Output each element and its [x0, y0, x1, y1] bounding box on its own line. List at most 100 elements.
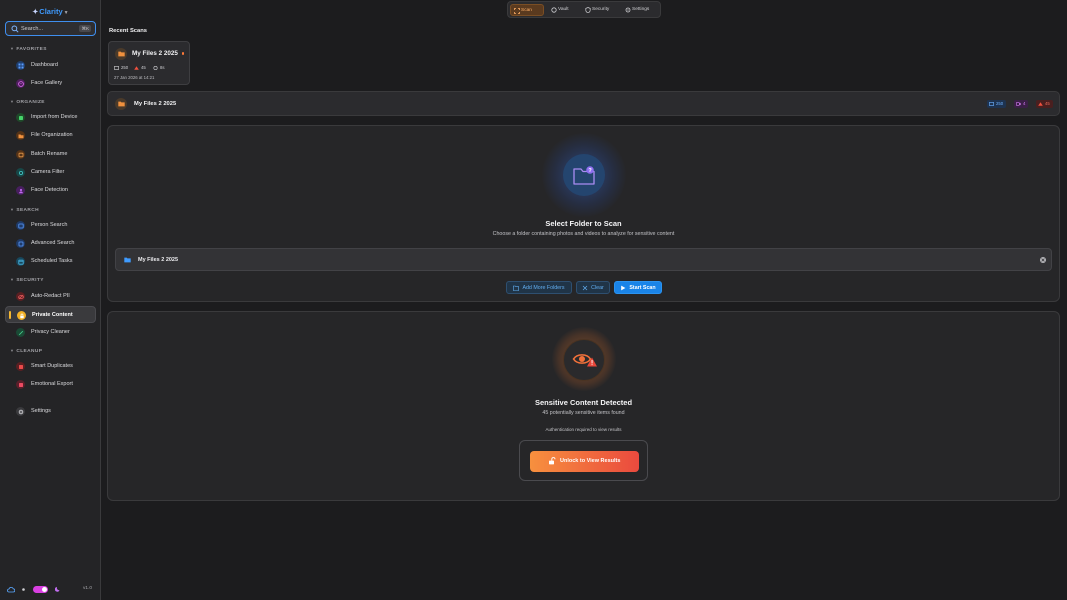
sidebar-item-label: Person Search	[31, 222, 68, 228]
auth-note: Authentication required to view results	[545, 427, 622, 432]
tab-security[interactable]: Security	[582, 4, 618, 16]
sidebar-item-label: Batch Rename	[31, 151, 68, 157]
folder-icon	[16, 131, 25, 140]
clock-icon	[153, 65, 158, 70]
sidebar-item-label: Emotional Export	[31, 381, 73, 387]
play-icon	[621, 285, 626, 290]
tab-scan[interactable]: Scan	[510, 4, 544, 16]
broom-icon	[16, 328, 25, 337]
gear-icon	[16, 407, 25, 416]
scan-icon	[514, 8, 520, 14]
vault-icon	[551, 7, 557, 13]
sidebar-item-batch-rename[interactable]: Batch Rename	[5, 146, 96, 163]
sidebar-item-private-content[interactable]: Private Content	[5, 306, 96, 323]
sidebar-item-label: Settings	[31, 408, 51, 414]
scan-name: My Files 2 2025	[132, 50, 178, 57]
close-icon	[582, 285, 588, 290]
sidebar-item-label: Import from Device	[31, 114, 78, 120]
selected-folder-name: My Files 2 2025	[138, 257, 179, 263]
chevron-down-icon: ▼	[10, 207, 15, 212]
sidebar-item-person-search[interactable]: Person Search	[5, 217, 96, 234]
videos-count-badge: 4	[1014, 100, 1029, 108]
sidebar-footer: v1.0	[0, 584, 101, 596]
grid-icon	[16, 61, 25, 70]
selected-folder-row: My Files 2 2025	[115, 248, 1052, 271]
section-favorites[interactable]: ▼ FAVORITES	[10, 46, 47, 52]
clear-button[interactable]: Clear	[576, 281, 610, 294]
gear-icon	[625, 7, 631, 13]
close-icon	[1041, 258, 1045, 262]
select-folder-panel: ? Select Folder to Scan Choose a folder …	[107, 125, 1060, 302]
tab-vault[interactable]: Vault	[548, 4, 578, 16]
sidebar-item-label: Auto-Redact PII	[31, 293, 70, 299]
selected-folder-summary[interactable]: My Files 2 2025 250 4 45	[107, 91, 1060, 116]
face-icon	[16, 79, 25, 88]
sidebar-item-dashboard[interactable]: Dashboard	[5, 57, 96, 74]
section-search[interactable]: ▼ SEARCH	[10, 207, 39, 213]
shortcut-badge: ⌘K	[79, 25, 91, 32]
sidebar-item-auto-redact[interactable]: Auto-Redact PII	[5, 288, 96, 305]
sidebar-item-advanced-search[interactable]: Advanced Search	[5, 235, 96, 252]
sidebar-item-face-gallery[interactable]: Face Gallery	[5, 75, 96, 92]
sensitive-title: Sensitive Content Detected	[534, 398, 633, 407]
unlock-results-button[interactable]: Unlock to View Results	[530, 451, 639, 472]
remove-folder-button[interactable]	[1040, 257, 1046, 263]
chevron-down-icon: ▼	[10, 348, 15, 353]
sun-icon[interactable]	[21, 587, 26, 592]
sidebar-item-camera-filter[interactable]: Camera Filter	[5, 164, 96, 181]
duplicate-icon	[16, 362, 25, 371]
folder-icon	[115, 98, 127, 110]
section-security[interactable]: ▼ SECURITY	[10, 277, 44, 283]
unlock-icon	[549, 457, 556, 465]
sidebar-item-label: Private Content	[32, 312, 73, 318]
sidebar-item-label: Dashboard	[31, 62, 58, 68]
sidebar-item-face-detection[interactable]: Face Detection	[5, 182, 96, 199]
stat-duration: 8s	[153, 65, 165, 70]
app-version: v1.0	[83, 586, 93, 591]
app-name: Clarity	[39, 7, 63, 16]
import-icon	[16, 113, 25, 122]
app-switcher[interactable]: ✦Clarity▼	[0, 7, 101, 16]
stat-flagged: 45	[134, 65, 146, 70]
sidebar-item-smart-duplicates[interactable]: Smart Duplicates	[5, 358, 96, 375]
select-folder-title: Select Folder to Scan	[545, 219, 622, 228]
folder-icon	[124, 257, 131, 263]
section-organize[interactable]: ▼ ORGANIZE	[10, 99, 45, 105]
sidebar-item-label: Privacy Cleaner	[31, 329, 70, 335]
shield-icon	[585, 7, 591, 13]
search-input[interactable]	[21, 23, 76, 34]
sidebar-item-emotional-export[interactable]: Emotional Export	[5, 376, 96, 393]
sidebar-item-settings[interactable]: Settings	[5, 403, 96, 420]
theme-toggle[interactable]	[33, 586, 48, 593]
recent-scans-title: Recent Scans	[109, 28, 148, 34]
chevron-down-icon: ▼	[10, 46, 15, 51]
sidebar-item-scheduled-tasks[interactable]: Scheduled Tasks	[5, 253, 96, 270]
chevron-down-icon: ▼	[10, 99, 15, 104]
sidebar-item-privacy-cleaner[interactable]: Privacy Cleaner	[5, 324, 96, 341]
cloud-icon[interactable]	[7, 586, 15, 593]
heart-icon	[16, 380, 25, 389]
sidebar-item-file-organization[interactable]: File Organization	[5, 127, 96, 144]
folder-name: My Files 2 2025	[134, 101, 177, 107]
camera-icon	[16, 168, 25, 177]
section-cleanup[interactable]: ▼ CLEANUP	[10, 348, 42, 354]
rename-icon	[16, 150, 25, 159]
recent-scan-card[interactable]: My Files 2 2025 250 45 8s 27 Jan 2026 at…	[108, 41, 190, 85]
eye-slash-icon	[16, 292, 25, 301]
sidebar: ✦Clarity▼ ⌘K ▼FAVORITES Dashboard Face G…	[0, 0, 101, 600]
moon-icon[interactable]	[55, 586, 61, 592]
person-search-icon	[16, 221, 25, 230]
calendar-icon	[16, 257, 25, 266]
photos-count-badge: 250	[987, 100, 1007, 108]
chevron-down-icon: ▼	[63, 10, 69, 16]
search-box[interactable]: ⌘K	[5, 21, 96, 36]
start-scan-button[interactable]: Start Scan	[614, 281, 662, 294]
sidebar-item-import[interactable]: Import from Device	[5, 109, 96, 126]
warning-icon	[1038, 102, 1043, 106]
unlock-container: Unlock to View Results	[519, 440, 648, 481]
person-icon	[16, 186, 25, 195]
add-more-folders-button[interactable]: Add More Folders	[506, 281, 572, 294]
tab-settings[interactable]: Settings	[622, 4, 658, 16]
sidebar-item-label: Advanced Search	[31, 240, 75, 246]
photo-icon	[114, 65, 119, 70]
